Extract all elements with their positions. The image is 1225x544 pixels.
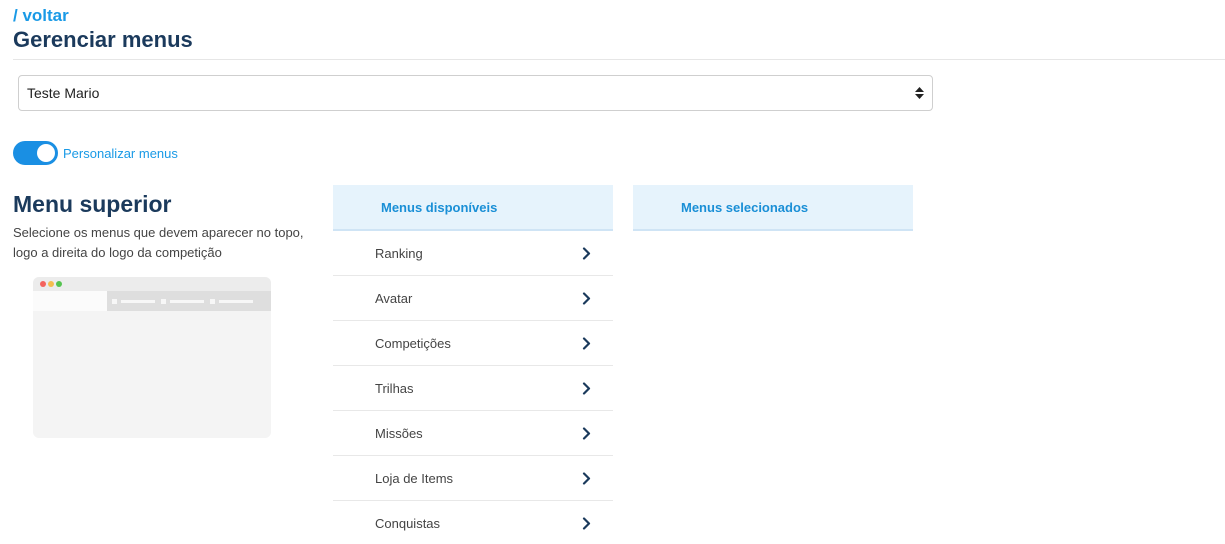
menu-item-label: Ranking	[375, 245, 423, 261]
available-menu-item[interactable]: Conquistas	[333, 501, 613, 544]
chevron-right-icon[interactable]	[582, 336, 591, 350]
available-menu-item[interactable]: Competições	[333, 321, 613, 366]
up-down-caret-icon	[915, 87, 924, 99]
menu-item-label: Competições	[375, 335, 451, 351]
competition-select[interactable]: Teste Mario	[18, 75, 933, 111]
window-minimize-dot-icon	[48, 281, 54, 287]
browser-titlebar	[33, 277, 271, 291]
menu-item-label: Conquistas	[375, 516, 441, 531]
chevron-right-icon[interactable]	[582, 426, 591, 440]
section-title: Menu superior	[13, 191, 172, 217]
menu-item-label: Trilhas	[375, 380, 414, 396]
available-menu-item[interactable]: Loja de Items	[333, 456, 613, 501]
personalize-menus-label[interactable]: Personalizar menus	[63, 146, 178, 161]
selected-menus-header: Menus selecionados	[633, 185, 913, 231]
menu-item-label: Avatar	[375, 290, 413, 306]
header-divider	[13, 59, 1225, 60]
window-close-dot-icon	[40, 281, 46, 287]
menu-item-label: Loja de Items	[375, 470, 454, 486]
chevron-right-icon[interactable]	[582, 381, 591, 395]
preview-menu-line	[121, 300, 155, 303]
back-link[interactable]: / voltar	[13, 6, 69, 26]
toggle-knob	[37, 144, 55, 162]
preview-menu-icon	[161, 299, 166, 304]
page-title: Gerenciar menus	[13, 27, 193, 52]
preview-menu-icon	[112, 299, 117, 304]
available-menu-item[interactable]: Ranking	[333, 231, 613, 276]
top-menu-preview-illustration	[33, 277, 271, 438]
available-menu-item[interactable]: Trilhas	[333, 366, 613, 411]
available-menus-list: Ranking Avatar Competições Trilhas Missõ…	[333, 231, 613, 544]
personalize-menus-toggle[interactable]	[13, 141, 58, 165]
chevron-right-icon[interactable]	[582, 246, 591, 260]
preview-menu-line	[219, 300, 253, 303]
menu-item-label: Missões	[375, 425, 423, 441]
available-menu-item[interactable]: Avatar	[333, 276, 613, 321]
chevron-right-icon[interactable]	[582, 471, 591, 485]
chevron-right-icon[interactable]	[582, 517, 591, 530]
chevron-right-icon[interactable]	[582, 291, 591, 305]
competition-select-value: Teste Mario	[27, 85, 100, 101]
preview-top-menu-area	[107, 291, 271, 311]
window-maximize-dot-icon	[56, 281, 62, 287]
section-description: Selecione os menus que devem aparecer no…	[13, 225, 304, 260]
preview-menu-line	[170, 300, 204, 303]
available-menus-header: Menus disponíveis	[333, 185, 613, 231]
available-menu-item[interactable]: Missões	[333, 411, 613, 456]
preview-logo-area	[33, 291, 107, 311]
preview-menu-icon	[210, 299, 215, 304]
